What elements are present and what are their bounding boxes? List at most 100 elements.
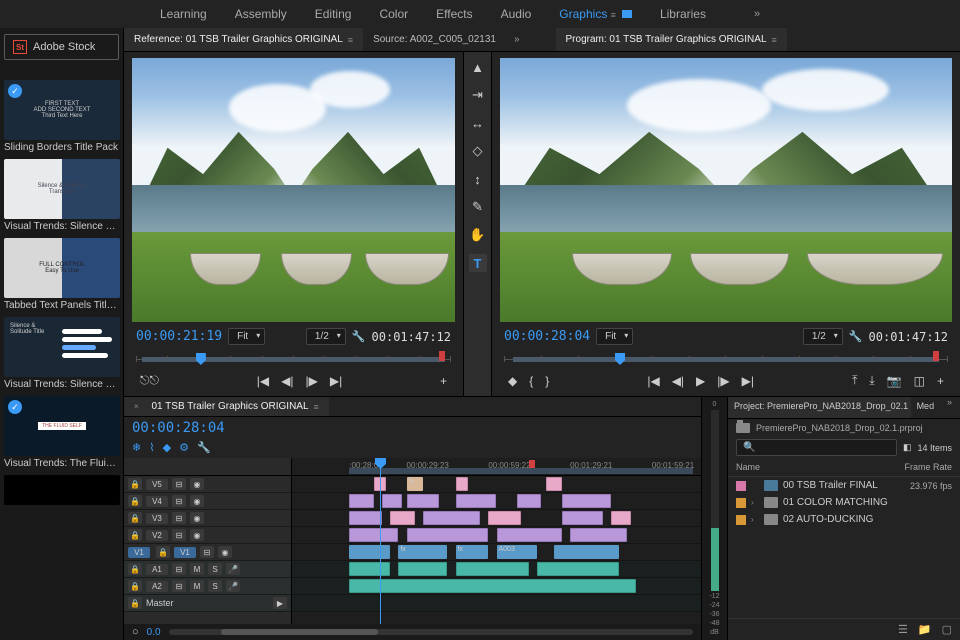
track-lane-v5[interactable]: fx xyxy=(292,476,701,493)
workspace-tab-libraries[interactable]: Libraries xyxy=(660,7,706,21)
rate-stretch-tool[interactable]: ↕ xyxy=(469,170,487,188)
track-select-tool[interactable]: ⇥ xyxy=(469,86,487,104)
timeline-tracks-area[interactable]: :00:28:04 00:00:29:23 00:00:59:22 00:01:… xyxy=(292,458,701,624)
project-item[interactable]: › 01 COLOR MATCHING xyxy=(728,494,960,511)
add-button[interactable]: + xyxy=(937,374,944,388)
project-tab[interactable]: Project: PremierePro_NAB2018_Drop_02.1 ≡ xyxy=(728,397,911,418)
program-fit-dropdown[interactable]: Fit xyxy=(596,328,633,345)
type-tool[interactable]: T xyxy=(469,254,487,272)
track-lane-v2[interactable] xyxy=(292,527,701,544)
add-marker-button[interactable]: ◆ xyxy=(508,374,517,388)
project-search-input[interactable]: 🔍 xyxy=(736,439,897,456)
eye-icon[interactable]: ◉ xyxy=(190,478,204,490)
menu-icon[interactable]: ≡ xyxy=(314,402,319,412)
track-header-v5[interactable]: 🔒V5⊟◉ xyxy=(124,476,291,493)
wrench-icon[interactable]: 🔧 xyxy=(197,441,211,454)
step-back-button[interactable]: ◀| xyxy=(281,374,293,388)
project-breadcrumb[interactable]: PremierePro_NAB2018_Drop_02.1.prproj xyxy=(728,419,960,437)
hand-tool[interactable]: ✋ xyxy=(469,226,487,244)
track-lane-v3[interactable] xyxy=(292,510,701,527)
step-back-button[interactable]: ◀| xyxy=(672,374,684,388)
column-framerate[interactable]: Frame Rate xyxy=(904,462,952,472)
program-resolution-dropdown[interactable]: 1/2 xyxy=(803,328,843,345)
workspace-tab-color[interactable]: Color xyxy=(379,7,408,21)
snap-toggle[interactable]: ❄ xyxy=(132,441,141,454)
track-lane-v1[interactable]: fxfxA003 xyxy=(292,544,701,561)
track-lane-a2[interactable] xyxy=(292,578,701,595)
column-name[interactable]: Name xyxy=(736,462,904,472)
menu-icon[interactable]: ≡ xyxy=(348,35,353,45)
goto-in-button[interactable]: |◀ xyxy=(257,374,269,388)
list-view-icon[interactable]: ☰ xyxy=(898,623,908,636)
track-header-a1[interactable]: 🔒A1⊟MS🎤 xyxy=(124,561,291,578)
goto-out-button[interactable]: ▶| xyxy=(330,374,342,388)
collapse-icon[interactable]: ○ xyxy=(132,626,139,638)
track-header-v4[interactable]: 🔒V4⊟◉ xyxy=(124,493,291,510)
expand-icon[interactable]: › xyxy=(751,515,759,524)
adobe-stock-button[interactable]: St Adobe Stock xyxy=(4,34,119,60)
track-header-v2[interactable]: 🔒V2⊟◉ xyxy=(124,527,291,544)
lift-button[interactable]: ⤒ xyxy=(852,373,857,388)
tab-overflow-icon[interactable]: » xyxy=(506,34,528,45)
track-lane-a1[interactable] xyxy=(292,561,701,578)
filter-icon[interactable]: ◧ xyxy=(903,442,912,453)
rolling-tool[interactable]: ◇ xyxy=(469,142,487,160)
program-scrub-bar[interactable] xyxy=(504,351,948,369)
label-swatch[interactable] xyxy=(736,481,746,491)
reference-monitor-tab[interactable]: Reference: 01 TSB Trailer Graphics ORIGI… xyxy=(124,28,363,51)
mark-in-button[interactable]: { xyxy=(529,374,533,388)
gang-button[interactable]: ⎋⎋ xyxy=(140,373,159,388)
solo-button[interactable]: S xyxy=(208,563,222,575)
settings-icon[interactable]: 🔧 xyxy=(352,330,366,343)
pen-tool[interactable]: ✎ xyxy=(469,198,487,216)
workspace-tab-editing[interactable]: Editing xyxy=(315,7,352,21)
mark-out-button[interactable]: } xyxy=(545,374,549,388)
template-item[interactable]: ✓THE FLUID SELF Visual Trends: The Fluid… xyxy=(4,396,119,469)
ripple-tool[interactable]: ↔ xyxy=(469,114,487,132)
voice-icon[interactable]: 🎤 xyxy=(226,563,240,575)
track-header-master[interactable]: 🔒Master▶ xyxy=(124,595,291,612)
project-item[interactable]: 00 TSB Trailer FINAL 23.976 fps xyxy=(728,477,960,494)
media-tab[interactable]: Med xyxy=(911,397,939,418)
marker-toggle[interactable]: ◆ xyxy=(163,441,171,454)
workspace-tab-assembly[interactable]: Assembly xyxy=(235,7,287,21)
add-button[interactable]: + xyxy=(440,374,447,388)
source-monitor-tab[interactable]: Source: A002_C005_02131 xyxy=(363,28,506,51)
extract-button[interactable]: ⤓ xyxy=(869,373,874,388)
new-item-icon[interactable]: ▢ xyxy=(942,623,952,636)
program-monitor-tab[interactable]: Program: 01 TSB Trailer Graphics ORIGINA… xyxy=(556,28,787,51)
track-lane-v4[interactable] xyxy=(292,493,701,510)
timeline-ruler[interactable]: :00:28:04 00:00:29:23 00:00:59:22 00:01:… xyxy=(292,458,701,476)
step-forward-button[interactable]: |▶ xyxy=(305,374,317,388)
lock-icon[interactable]: 🔒 xyxy=(128,478,142,490)
settings-icon[interactable]: 🔧 xyxy=(849,330,863,343)
timeline-playhead[interactable] xyxy=(380,458,381,624)
goto-in-button[interactable]: |◀ xyxy=(647,374,659,388)
template-item[interactable] xyxy=(4,475,119,505)
new-bin-icon[interactable]: 📁 xyxy=(918,623,932,636)
zoom-slider[interactable] xyxy=(169,629,693,635)
project-item[interactable]: › 02 AUTO-DUCKING xyxy=(728,511,960,528)
step-forward-button[interactable]: |▶ xyxy=(717,374,729,388)
export-frame-button[interactable]: 📷 xyxy=(887,374,902,388)
track-header-v3[interactable]: 🔒V3⊟◉ xyxy=(124,510,291,527)
template-item[interactable]: Silence & Solitude Title Visual Trends: … xyxy=(4,317,119,390)
program-timecode-in[interactable]: 00:00:28:04 xyxy=(504,329,590,344)
tab-overflow-icon[interactable]: » xyxy=(939,397,960,418)
play-button[interactable]: ▶ xyxy=(696,374,705,388)
timeline-timecode[interactable]: 00:00:28:04 xyxy=(132,420,225,436)
workspace-overflow-icon[interactable]: » xyxy=(754,8,760,20)
reference-viewport[interactable] xyxy=(132,58,455,322)
workspace-tab-effects[interactable]: Effects xyxy=(436,7,472,21)
sequence-tab[interactable]: × 01 TSB Trailer Graphics ORIGINAL≡ xyxy=(124,397,329,416)
template-item[interactable]: FULL CONTROL Easy To Use Tabbed Text Pan… xyxy=(4,238,119,311)
linked-selection-toggle[interactable]: ⌇ xyxy=(149,441,154,454)
track-header-a2[interactable]: 🔒A2⊟MS🎤 xyxy=(124,578,291,595)
mute-button[interactable]: M xyxy=(190,563,204,575)
reference-timecode-in[interactable]: 00:00:21:19 xyxy=(136,329,222,344)
workspace-tab-audio[interactable]: Audio xyxy=(501,7,532,21)
reference-resolution-dropdown[interactable]: 1/2 xyxy=(306,328,346,345)
reference-fit-dropdown[interactable]: Fit xyxy=(228,328,265,345)
label-swatch[interactable] xyxy=(736,515,746,525)
menu-icon[interactable]: ≡ xyxy=(772,35,777,45)
